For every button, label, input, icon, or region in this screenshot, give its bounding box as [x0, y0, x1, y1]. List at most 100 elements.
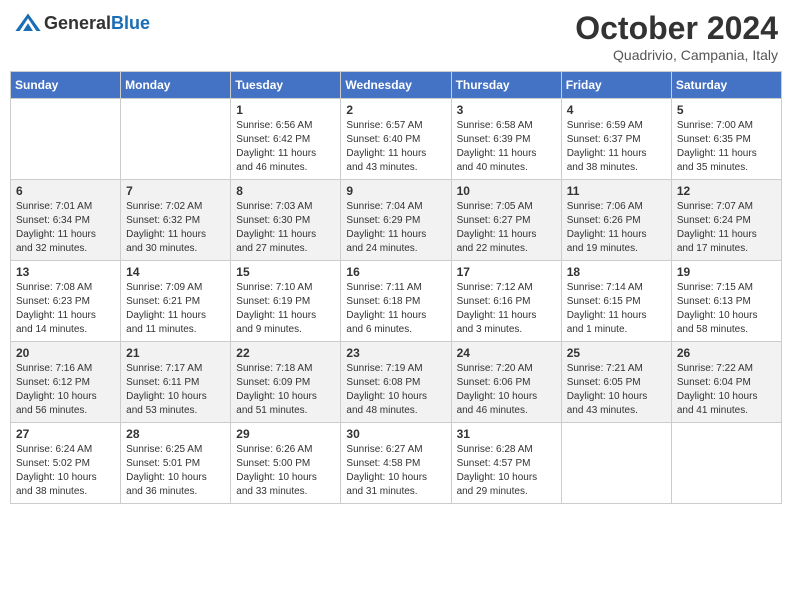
calendar-cell: 27 Sunrise: 6:24 AM Sunset: 5:02 PM Dayli…: [11, 423, 121, 504]
day-number: 1: [236, 103, 335, 117]
weekday-sunday: Sunday: [11, 72, 121, 99]
day-number: 3: [457, 103, 556, 117]
day-number: 21: [126, 346, 225, 360]
day-number: 9: [346, 184, 445, 198]
logo-general: General: [44, 13, 111, 33]
day-number: 16: [346, 265, 445, 279]
day-number: 5: [677, 103, 776, 117]
day-info: Sunrise: 7:03 AM Sunset: 6:30 PM Dayligh…: [236, 200, 335, 256]
day-info: Sunrise: 6:26 AM Sunset: 5:00 PM Dayligh…: [236, 443, 335, 499]
calendar-cell: 30 Sunrise: 6:27 AM Sunset: 4:58 PM Dayli…: [341, 423, 451, 504]
day-info: Sunrise: 7:02 AM Sunset: 6:32 PM Dayligh…: [126, 200, 225, 256]
page-header: GeneralBlue October 2024 Quadrivio, Camp…: [10, 10, 782, 63]
calendar-cell: 15 Sunrise: 7:10 AM Sunset: 6:19 PM Dayli…: [231, 261, 341, 342]
calendar-cell: [561, 423, 671, 504]
calendar-cell: [671, 423, 781, 504]
day-info: Sunrise: 7:00 AM Sunset: 6:35 PM Dayligh…: [677, 119, 776, 175]
day-info: Sunrise: 7:09 AM Sunset: 6:21 PM Dayligh…: [126, 281, 225, 337]
day-info: Sunrise: 7:22 AM Sunset: 6:04 PM Dayligh…: [677, 362, 776, 418]
day-number: 18: [567, 265, 666, 279]
calendar-cell: 24Sunrise: 7:20 AM Sunset: 6:06 PM Dayli…: [451, 342, 561, 423]
day-number: 17: [457, 265, 556, 279]
day-info: Sunrise: 7:18 AM Sunset: 6:09 PM Dayligh…: [236, 362, 335, 418]
calendar-cell: 3 Sunrise: 6:58 AM Sunset: 6:39 PM Daylig…: [451, 99, 561, 180]
day-number: 28: [126, 427, 225, 441]
calendar-cell: 8 Sunrise: 7:03 AM Sunset: 6:30 PM Daylig…: [231, 180, 341, 261]
calendar-cell: 18 Sunrise: 7:14 AM Sunset: 6:15 PM Dayli…: [561, 261, 671, 342]
day-number: 15: [236, 265, 335, 279]
location: Quadrivio, Campania, Italy: [575, 47, 778, 63]
day-info: Sunrise: 7:17 AM Sunset: 6:11 PM Dayligh…: [126, 362, 225, 418]
logo: GeneralBlue: [14, 10, 150, 38]
calendar-cell: 5 Sunrise: 7:00 AM Sunset: 6:35 PM Daylig…: [671, 99, 781, 180]
calendar-cell: 7 Sunrise: 7:02 AM Sunset: 6:32 PM Daylig…: [121, 180, 231, 261]
day-info: Sunrise: 7:04 AM Sunset: 6:29 PM Dayligh…: [346, 200, 445, 256]
day-info: Sunrise: 7:10 AM Sunset: 6:19 PM Dayligh…: [236, 281, 335, 337]
day-info: Sunrise: 6:24 AM Sunset: 5:02 PM Dayligh…: [16, 443, 115, 499]
day-info: Sunrise: 7:14 AM Sunset: 6:15 PM Dayligh…: [567, 281, 666, 337]
calendar-cell: 10Sunrise: 7:05 AM Sunset: 6:27 PM Dayli…: [451, 180, 561, 261]
weekday-thursday: Thursday: [451, 72, 561, 99]
calendar-cell: 16 Sunrise: 7:11 AM Sunset: 6:18 PM Dayli…: [341, 261, 451, 342]
day-info: Sunrise: 7:07 AM Sunset: 6:24 PM Dayligh…: [677, 200, 776, 256]
day-number: 4: [567, 103, 666, 117]
calendar-cell: 26Sunrise: 7:22 AM Sunset: 6:04 PM Dayli…: [671, 342, 781, 423]
weekday-tuesday: Tuesday: [231, 72, 341, 99]
calendar-cell: 25Sunrise: 7:21 AM Sunset: 6:05 PM Dayli…: [561, 342, 671, 423]
week-row-4: 27 Sunrise: 6:24 AM Sunset: 5:02 PM Dayli…: [11, 423, 782, 504]
day-number: 8: [236, 184, 335, 198]
calendar-cell: 31 Sunrise: 6:28 AM Sunset: 4:57 PM Dayli…: [451, 423, 561, 504]
day-info: Sunrise: 7:15 AM Sunset: 6:13 PM Dayligh…: [677, 281, 776, 337]
day-number: 20: [16, 346, 115, 360]
day-number: 7: [126, 184, 225, 198]
calendar-cell: 6Sunrise: 7:01 AM Sunset: 6:34 PM Daylig…: [11, 180, 121, 261]
day-info: Sunrise: 6:27 AM Sunset: 4:58 PM Dayligh…: [346, 443, 445, 499]
day-number: 30: [346, 427, 445, 441]
week-row-3: 20Sunrise: 7:16 AM Sunset: 6:12 PM Dayli…: [11, 342, 782, 423]
title-block: October 2024 Quadrivio, Campania, Italy: [575, 10, 778, 63]
day-info: Sunrise: 7:01 AM Sunset: 6:34 PM Dayligh…: [16, 200, 115, 256]
calendar-cell: [11, 99, 121, 180]
logo-icon: [14, 10, 42, 38]
week-row-0: 1 Sunrise: 6:56 AM Sunset: 6:42 PM Daylig…: [11, 99, 782, 180]
calendar-cell: 21 Sunrise: 7:17 AM Sunset: 6:11 PM Dayli…: [121, 342, 231, 423]
calendar-cell: 19Sunrise: 7:15 AM Sunset: 6:13 PM Dayli…: [671, 261, 781, 342]
month-title: October 2024: [575, 10, 778, 47]
calendar-header: SundayMondayTuesdayWednesdayThursdayFrid…: [11, 72, 782, 99]
day-info: Sunrise: 6:57 AM Sunset: 6:40 PM Dayligh…: [346, 119, 445, 175]
calendar-cell: 23 Sunrise: 7:19 AM Sunset: 6:08 PM Dayli…: [341, 342, 451, 423]
calendar-cell: 13 Sunrise: 7:08 AM Sunset: 6:23 PM Dayli…: [11, 261, 121, 342]
week-row-2: 13 Sunrise: 7:08 AM Sunset: 6:23 PM Dayli…: [11, 261, 782, 342]
day-number: 13: [16, 265, 115, 279]
day-number: 27: [16, 427, 115, 441]
calendar-body: 1 Sunrise: 6:56 AM Sunset: 6:42 PM Daylig…: [11, 99, 782, 504]
day-info: Sunrise: 7:11 AM Sunset: 6:18 PM Dayligh…: [346, 281, 445, 337]
day-number: 14: [126, 265, 225, 279]
calendar-cell: 9 Sunrise: 7:04 AM Sunset: 6:29 PM Daylig…: [341, 180, 451, 261]
day-info: Sunrise: 6:25 AM Sunset: 5:01 PM Dayligh…: [126, 443, 225, 499]
day-number: 22: [236, 346, 335, 360]
day-number: 25: [567, 346, 666, 360]
day-number: 10: [457, 184, 556, 198]
calendar: SundayMondayTuesdayWednesdayThursdayFrid…: [10, 71, 782, 504]
day-info: Sunrise: 6:28 AM Sunset: 4:57 PM Dayligh…: [457, 443, 556, 499]
day-info: Sunrise: 7:19 AM Sunset: 6:08 PM Dayligh…: [346, 362, 445, 418]
day-info: Sunrise: 6:56 AM Sunset: 6:42 PM Dayligh…: [236, 119, 335, 175]
calendar-cell: 17Sunrise: 7:12 AM Sunset: 6:16 PM Dayli…: [451, 261, 561, 342]
calendar-cell: 11 Sunrise: 7:06 AM Sunset: 6:26 PM Dayli…: [561, 180, 671, 261]
day-info: Sunrise: 6:58 AM Sunset: 6:39 PM Dayligh…: [457, 119, 556, 175]
weekday-row: SundayMondayTuesdayWednesdayThursdayFrid…: [11, 72, 782, 99]
day-info: Sunrise: 6:59 AM Sunset: 6:37 PM Dayligh…: [567, 119, 666, 175]
day-info: Sunrise: 7:06 AM Sunset: 6:26 PM Dayligh…: [567, 200, 666, 256]
calendar-cell: 4 Sunrise: 6:59 AM Sunset: 6:37 PM Daylig…: [561, 99, 671, 180]
day-number: 29: [236, 427, 335, 441]
day-number: 11: [567, 184, 666, 198]
weekday-friday: Friday: [561, 72, 671, 99]
day-number: 31: [457, 427, 556, 441]
day-number: 23: [346, 346, 445, 360]
calendar-cell: 14 Sunrise: 7:09 AM Sunset: 6:21 PM Dayli…: [121, 261, 231, 342]
weekday-monday: Monday: [121, 72, 231, 99]
day-number: 12: [677, 184, 776, 198]
calendar-cell: 20Sunrise: 7:16 AM Sunset: 6:12 PM Dayli…: [11, 342, 121, 423]
day-info: Sunrise: 7:08 AM Sunset: 6:23 PM Dayligh…: [16, 281, 115, 337]
